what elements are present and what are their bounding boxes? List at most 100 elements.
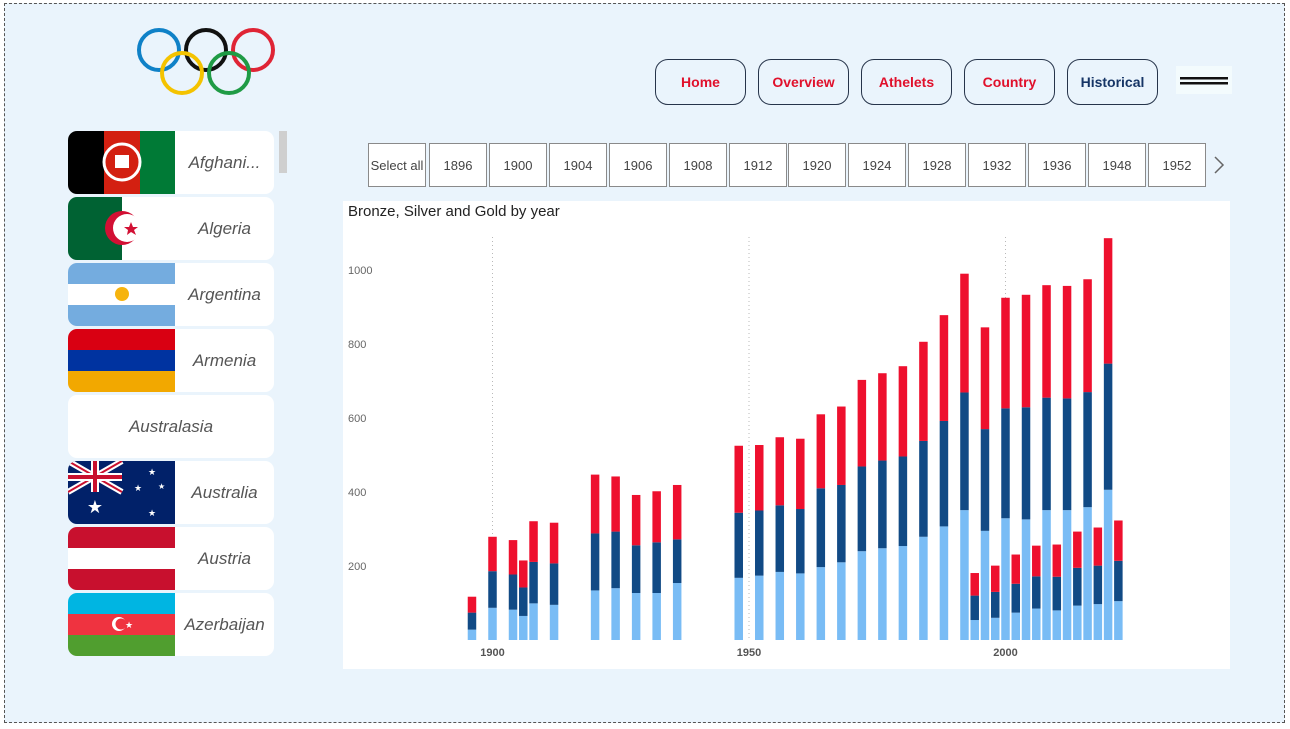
bar-bronze-1908[interactable] (529, 603, 538, 640)
bar-bronze-2004[interactable] (1021, 519, 1031, 640)
year-tile[interactable]: 1932 (968, 143, 1026, 187)
country-card-austria[interactable]: Austria (68, 527, 274, 590)
bar-bronze-1972[interactable] (857, 551, 867, 640)
bar-silver-2006[interactable] (1032, 576, 1041, 609)
bar-bronze-2014[interactable] (1073, 605, 1082, 640)
bar-gold-1920[interactable] (590, 474, 600, 534)
bar-bronze-2018[interactable] (1093, 604, 1103, 640)
bar-gold-2016[interactable] (1083, 279, 1092, 393)
bar-bronze-1906[interactable] (519, 615, 528, 640)
bar-silver-2018[interactable] (1093, 565, 1103, 605)
year-tile[interactable]: 1924 (848, 143, 906, 187)
country-card-argentina[interactable]: Argentina (68, 263, 274, 326)
bar-gold-1924[interactable] (611, 476, 620, 532)
bar-gold-1936[interactable] (672, 484, 682, 540)
country-card-australasia[interactable]: Australasia (68, 395, 274, 458)
bar-gold-2020[interactable] (1103, 238, 1113, 364)
year-tile[interactable]: 1906 (609, 143, 667, 187)
bar-bronze-2012[interactable] (1062, 510, 1072, 640)
country-card-algeria[interactable]: Algeria (68, 197, 274, 260)
bar-silver-1932[interactable] (652, 542, 661, 594)
year-tile[interactable]: 1936 (1028, 143, 1086, 187)
bar-gold-2010[interactable] (1052, 544, 1062, 577)
bar-gold-1956[interactable] (775, 437, 785, 506)
bar-bronze-2002[interactable] (1011, 612, 1021, 640)
year-tile[interactable]: 1928 (908, 143, 966, 187)
year-tile[interactable]: 1948 (1088, 143, 1146, 187)
country-card-afghanistan[interactable]: Afghani... (68, 131, 274, 194)
bar-silver-1920[interactable] (590, 533, 600, 591)
year-select-all[interactable]: Select all (368, 143, 426, 187)
bar-bronze-1924[interactable] (611, 588, 620, 640)
bar-gold-1968[interactable] (837, 406, 846, 485)
bar-silver-2022[interactable] (1114, 560, 1123, 602)
bar-silver-1904[interactable] (508, 574, 518, 610)
menu-icon[interactable] (1176, 66, 1232, 94)
bar-silver-1936[interactable] (672, 539, 682, 584)
bar-silver-2004[interactable] (1021, 407, 1031, 520)
bar-silver-1908[interactable] (529, 561, 538, 604)
bar-gold-2018[interactable] (1093, 527, 1103, 566)
bar-silver-1972[interactable] (857, 466, 867, 552)
nav-country-button[interactable]: Country (964, 59, 1055, 105)
country-card-azerbaijan[interactable]: ★ Azerbaijan (68, 593, 274, 656)
bar-silver-1912[interactable] (549, 563, 559, 605)
bar-gold-1998[interactable] (990, 565, 1000, 592)
bar-silver-1976[interactable] (878, 460, 887, 549)
bar-bronze-1928[interactable] (631, 593, 641, 640)
bar-gold-1912[interactable] (549, 522, 559, 564)
bar-silver-1952[interactable] (755, 510, 764, 576)
bar-bronze-1992[interactable] (960, 510, 969, 640)
bar-gold-2000[interactable] (1001, 297, 1010, 409)
bar-gold-1996[interactable] (980, 327, 990, 430)
bar-silver-2014[interactable] (1073, 567, 1082, 606)
bar-bronze-2020[interactable] (1103, 489, 1113, 640)
bar-gold-1906[interactable] (519, 560, 528, 588)
bar-bronze-1998[interactable] (990, 617, 1000, 640)
bar-silver-1988[interactable] (939, 420, 949, 527)
bar-gold-1900[interactable] (488, 536, 497, 572)
bar-gold-2002[interactable] (1011, 554, 1021, 584)
bar-silver-2002[interactable] (1011, 583, 1021, 613)
bar-bronze-1994[interactable] (970, 620, 979, 640)
bar-bronze-1952[interactable] (755, 575, 764, 640)
bar-silver-1994[interactable] (970, 595, 979, 621)
bar-gold-1976[interactable] (878, 373, 887, 461)
bar-gold-1952[interactable] (755, 445, 764, 511)
bar-bronze-1968[interactable] (837, 562, 846, 640)
bar-gold-1992[interactable] (960, 273, 969, 393)
bar-gold-2012[interactable] (1062, 285, 1072, 399)
bar-gold-1896[interactable] (467, 596, 477, 613)
bar-gold-1948[interactable] (734, 445, 743, 513)
bar-bronze-2006[interactable] (1032, 608, 1041, 640)
bar-gold-2022[interactable] (1114, 520, 1123, 561)
bar-bronze-1936[interactable] (672, 583, 682, 640)
bar-bronze-1932[interactable] (652, 593, 661, 640)
bar-bronze-1912[interactable] (549, 604, 559, 640)
bar-silver-2000[interactable] (1001, 408, 1010, 519)
bar-bronze-1976[interactable] (878, 548, 887, 640)
bar-bronze-1948[interactable] (734, 577, 743, 640)
bar-silver-1924[interactable] (611, 531, 620, 589)
bar-silver-1998[interactable] (990, 591, 1000, 618)
bar-gold-1988[interactable] (939, 315, 949, 421)
bar-bronze-2010[interactable] (1052, 610, 1062, 640)
year-tile[interactable]: 1896 (429, 143, 487, 187)
bar-silver-1906[interactable] (519, 587, 528, 616)
bar-gold-2004[interactable] (1021, 294, 1031, 408)
bar-bronze-2022[interactable] (1114, 601, 1123, 640)
bar-silver-1980[interactable] (898, 456, 908, 547)
country-card-armenia[interactable]: Armenia (68, 329, 274, 392)
bar-bronze-1984[interactable] (919, 536, 928, 640)
bar-gold-2014[interactable] (1073, 531, 1082, 568)
nav-overview-button[interactable]: Overview (758, 59, 849, 105)
bar-silver-1928[interactable] (631, 545, 641, 594)
bar-bronze-2016[interactable] (1083, 507, 1092, 640)
bar-bronze-1900[interactable] (488, 607, 497, 640)
bar-gold-1928[interactable] (631, 494, 641, 546)
bar-silver-1992[interactable] (960, 392, 969, 511)
nav-historical-button[interactable]: Historical (1067, 59, 1158, 105)
bar-gold-1980[interactable] (898, 366, 908, 457)
nav-athletes-button[interactable]: Athelets (861, 59, 952, 105)
bar-silver-1956[interactable] (775, 505, 785, 572)
